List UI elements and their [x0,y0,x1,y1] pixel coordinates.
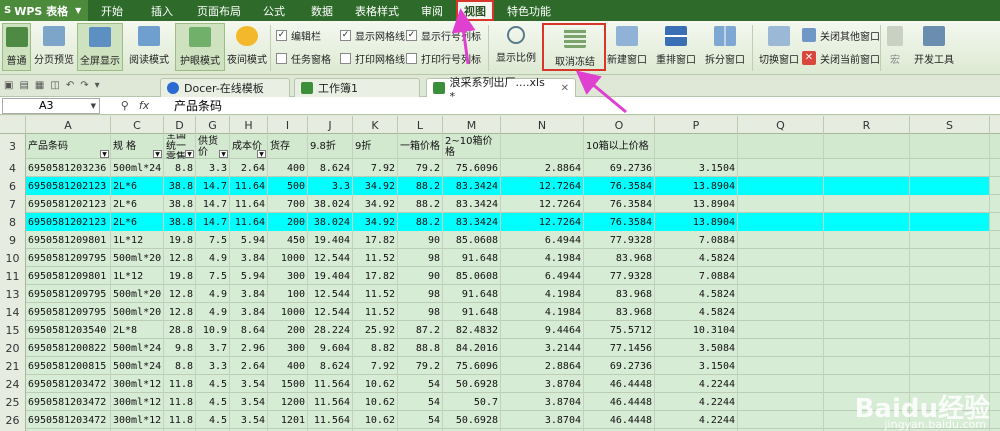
arrow-to-view-menu [451,8,476,65]
arrow-to-unfreeze [575,70,627,114]
watermark-url: jingyan.baidu.com [884,418,986,431]
annotation-arrows [451,8,627,114]
wps-window: S WPS 表格 ▼ 开始 插入 页面布局 公式 数据 表格样式 审阅 视图 特… [0,0,1000,431]
